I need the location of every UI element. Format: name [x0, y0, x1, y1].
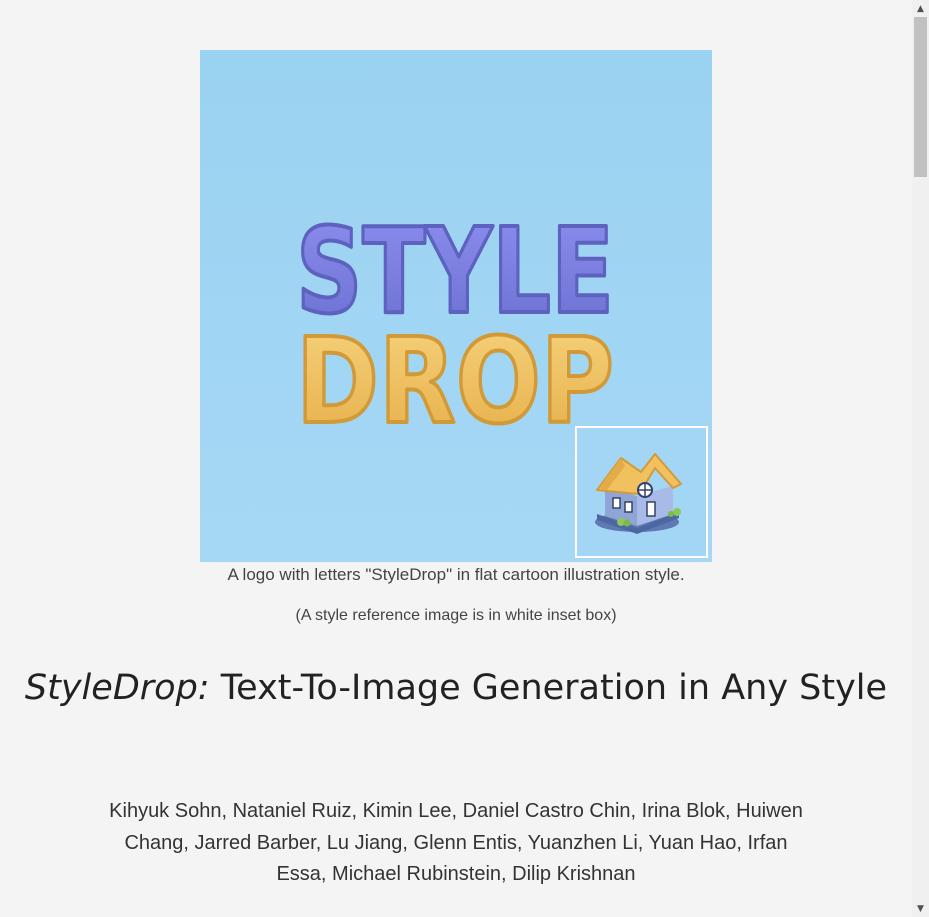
page-content: STYLE DROP A logo with letters "StyleDro… [0, 0, 912, 917]
author-list: Kihyuk Sohn, Nataniel Ruiz, Kimin Lee, D… [109, 800, 803, 885]
title-rest: Text-To-Image Generation in Any Style [209, 668, 888, 708]
figure-subcaption: (A style reference image is in white ins… [295, 607, 617, 624]
page: STYLE DROP A logo with letters "StyleDro… [0, 0, 929, 917]
hero-image: STYLE DROP [200, 50, 712, 562]
scroll-up-arrow-icon[interactable]: ▲ [912, 0, 929, 17]
style-reference-inset [575, 426, 708, 558]
house-icon [595, 453, 682, 534]
figure-caption: A logo with letters "StyleDrop" in flat … [227, 565, 685, 584]
vertical-scrollbar[interactable]: ▲ ▼ [912, 0, 929, 917]
scrollbar-thumb[interactable] [914, 17, 927, 177]
title-emphasis: StyleDrop: [24, 668, 210, 708]
logo-word-drop: DROP [296, 312, 614, 450]
page-title: StyleDrop: Text-To-Image Generation in A… [0, 668, 912, 708]
scroll-down-arrow-icon[interactable]: ▼ [912, 900, 929, 917]
